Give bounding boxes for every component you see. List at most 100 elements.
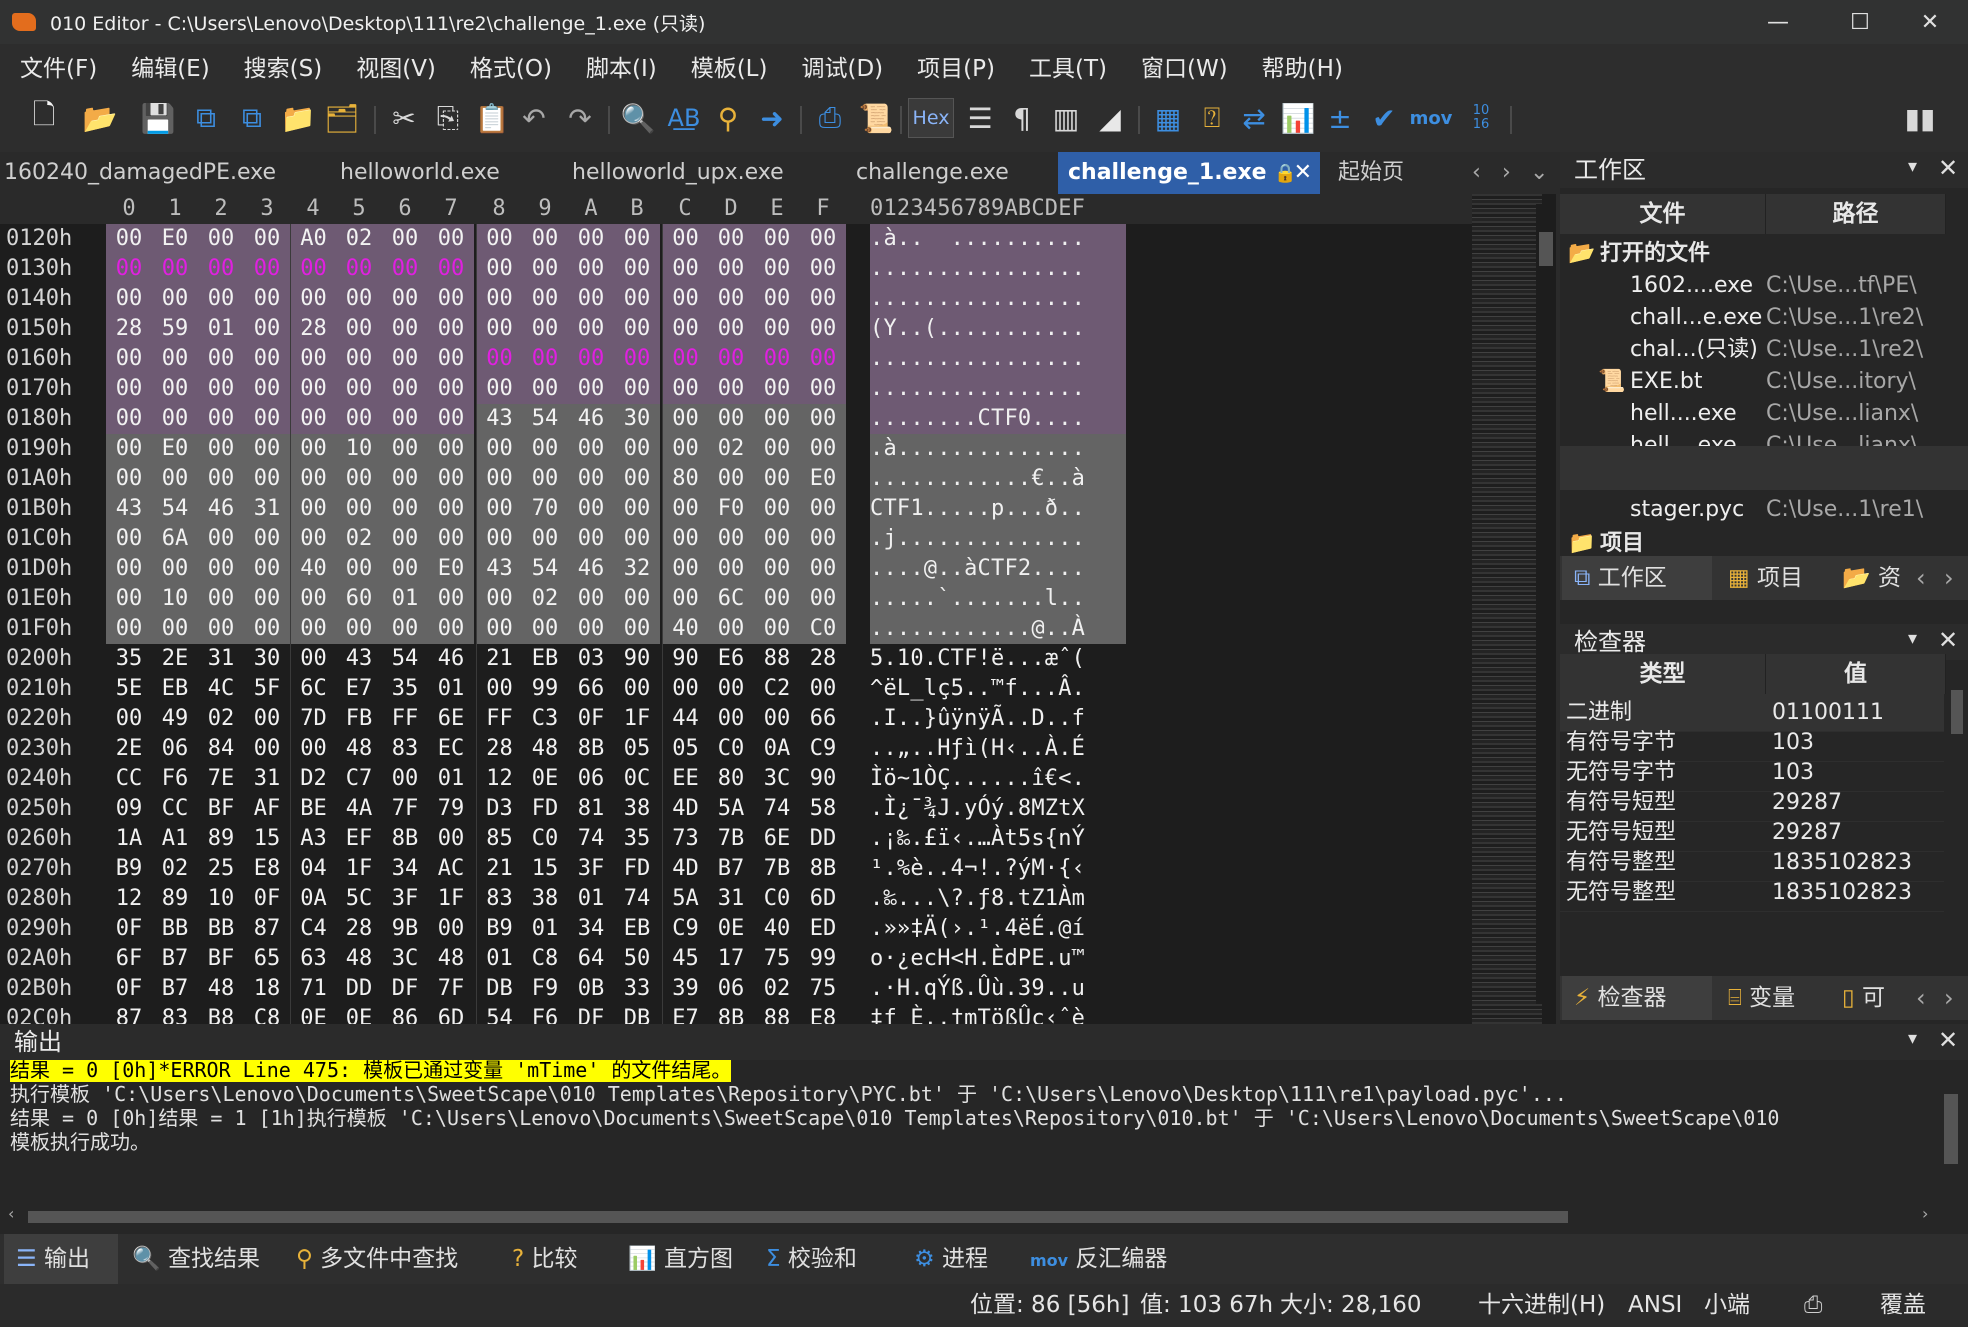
inspector-close-icon[interactable]: ✕ [1938, 626, 1958, 654]
hex-byte[interactable]: 66 [568, 674, 614, 704]
output-close-icon[interactable]: ✕ [1938, 1026, 1958, 1054]
hex-byte[interactable]: 00 [614, 584, 660, 614]
hex-byte[interactable]: 6E [428, 704, 474, 734]
hex-byte[interactable]: 02 [336, 224, 382, 254]
hex-byte[interactable]: 00 [568, 224, 614, 254]
hex-byte[interactable]: 00 [244, 344, 290, 374]
hex-byte[interactable]: 00 [336, 404, 382, 434]
hex-byte[interactable]: C9 [800, 734, 846, 764]
hex-byte[interactable]: 00 [290, 374, 336, 404]
hex-byte[interactable]: 4C [198, 674, 244, 704]
hex-byte[interactable]: 01 [522, 914, 568, 944]
ascii-text[interactable]: .....`.......l.. [870, 584, 1126, 614]
hex-row[interactable]: 0220h 00 49 02 00 7D FB FF 6E FF C3 0F 1F 44 00 00 66 .I.… [0, 704, 1472, 734]
hex-byte[interactable]: 00 [290, 494, 336, 524]
hex-row[interactable]: 0200h 35 2E 31 30 00 43 54 46 21 EB 03 90 90 E6 88 28 5.1… [0, 644, 1472, 674]
hex-byte[interactable]: 00 [708, 224, 754, 254]
hex-byte[interactable]: 00 [800, 674, 846, 704]
hex-byte[interactable]: 00 [198, 614, 244, 644]
hex-byte[interactable]: D2 [290, 764, 336, 794]
hscroll-left-icon[interactable]: ‹ [8, 1204, 14, 1223]
hex-byte[interactable]: 00 [800, 584, 846, 614]
hex-byte[interactable]: 00 [106, 614, 152, 644]
hex-row[interactable]: 0140h 00 00 00 00 00 00 00 00 00 00 00 00 00 00 00 00...… [0, 284, 1472, 314]
hex-byte[interactable]: 54 [522, 554, 568, 584]
ws-scrollbar[interactable] [1948, 198, 1966, 592]
hex-byte[interactable]: 01 [198, 314, 244, 344]
menu-help[interactable]: 帮助(H) [1262, 49, 1343, 83]
hex-byte[interactable]: B7 [152, 974, 198, 1004]
hex-row[interactable]: 0120h 00 E0 00 00 A0 02 00 00 00 00 00 00 00 00 00 00 .à.… [0, 224, 1472, 254]
hex-byte[interactable]: 00 [244, 434, 290, 464]
hex-byte[interactable]: BB [152, 914, 198, 944]
hex-byte[interactable]: 00 [382, 344, 428, 374]
hex-byte[interactable]: 18 [244, 974, 290, 1004]
output-text[interactable]: 结果 = 0 [0h]*ERROR Line 475: 模板已通过变量 'mTi… [0, 1060, 1940, 1200]
hex-byte[interactable]: 4D [662, 854, 708, 884]
hex-byte[interactable]: FF [476, 704, 522, 734]
hex-byte[interactable]: 00 [708, 344, 754, 374]
hex-byte[interactable]: 00 [800, 284, 846, 314]
hex-byte[interactable]: 4D [662, 794, 708, 824]
hex-byte[interactable]: 00 [568, 524, 614, 554]
hex-byte[interactable]: E0 [152, 434, 198, 464]
hex-byte[interactable]: 00 [476, 464, 522, 494]
hex-byte[interactable]: 00 [152, 374, 198, 404]
hex-byte[interactable]: 21 [476, 854, 522, 884]
workspace-close-icon[interactable]: ✕ [1938, 154, 1958, 182]
hex-byte[interactable]: 0A [290, 884, 336, 914]
hex-byte[interactable]: 0C [614, 764, 660, 794]
hex-byte[interactable]: 00 [476, 494, 522, 524]
tab-compare[interactable]: ? 比较 [512, 1234, 578, 1284]
hex-byte[interactable]: 00 [290, 434, 336, 464]
hex-byte[interactable]: 6C [290, 674, 336, 704]
base-converter-button[interactable]: 10 16 [1458, 98, 1504, 138]
hex-byte[interactable]: 00 [198, 374, 244, 404]
close-tab-icon[interactable]: ✕ [1294, 152, 1312, 194]
highlight-icon[interactable]: ◢ [1090, 98, 1130, 138]
hex-byte[interactable]: EB [152, 674, 198, 704]
hex-byte[interactable]: 6F [106, 944, 152, 974]
hex-byte[interactable]: 00 [662, 374, 708, 404]
hex-byte[interactable]: 00 [522, 314, 568, 344]
hex-byte[interactable]: 50 [614, 944, 660, 974]
line-width-icon[interactable]: ☰ [960, 98, 1000, 138]
ascii-text[interactable]: ................ [870, 254, 1126, 284]
hex-byte[interactable]: 00 [428, 614, 474, 644]
hex-byte[interactable]: B7 [152, 944, 198, 974]
hex-byte[interactable]: 00 [568, 314, 614, 344]
hex-byte[interactable]: 00 [382, 224, 428, 254]
ascii-text[interactable]: .à.. .......... [870, 224, 1126, 254]
hex-byte[interactable]: 00 [754, 464, 800, 494]
hex-byte[interactable]: 48 [336, 734, 382, 764]
hex-byte[interactable]: 00 [382, 494, 428, 524]
hex-byte[interactable]: 00 [106, 404, 152, 434]
workspace-file-row[interactable]: chall...e.exe C:\Use...1\re2\ [1560, 302, 1950, 334]
hex-byte[interactable]: 80 [662, 464, 708, 494]
workspace-menu-icon[interactable]: ▾ [1908, 156, 1917, 177]
hex-byte[interactable]: 48 [198, 974, 244, 1004]
hex-byte[interactable]: 00 [428, 824, 474, 854]
hex-byte[interactable]: 21 [476, 644, 522, 674]
hex-byte[interactable]: 28 [106, 314, 152, 344]
hex-byte[interactable]: 00 [662, 404, 708, 434]
hex-byte[interactable]: 00 [800, 434, 846, 464]
ins-tab-left-icon[interactable]: ‹ [1916, 984, 1926, 1012]
hex-byte[interactable]: 5A [662, 884, 708, 914]
hex-byte[interactable]: 00 [662, 254, 708, 284]
tab-find-in-files[interactable]: ⚲ 多文件中查找 [296, 1234, 458, 1284]
hex-byte[interactable]: CC [106, 764, 152, 794]
hex-byte[interactable]: 54 [382, 644, 428, 674]
hex-byte[interactable]: 00 [568, 464, 614, 494]
hex-byte[interactable]: C8 [522, 944, 568, 974]
hex-byte[interactable]: 84 [198, 734, 244, 764]
hex-byte[interactable]: 00 [106, 224, 152, 254]
hex-byte[interactable]: 00 [614, 254, 660, 284]
hex-byte[interactable]: 00 [568, 584, 614, 614]
ascii-text[interactable]: ................ [870, 374, 1126, 404]
hex-byte[interactable]: 00 [336, 314, 382, 344]
hex-byte[interactable]: 00 [708, 254, 754, 284]
ascii-text[interactable]: CTF1.....p...ð.. [870, 494, 1126, 524]
hex-byte[interactable]: 00 [614, 494, 660, 524]
run-script-icon[interactable]: ⎙ [810, 98, 850, 138]
